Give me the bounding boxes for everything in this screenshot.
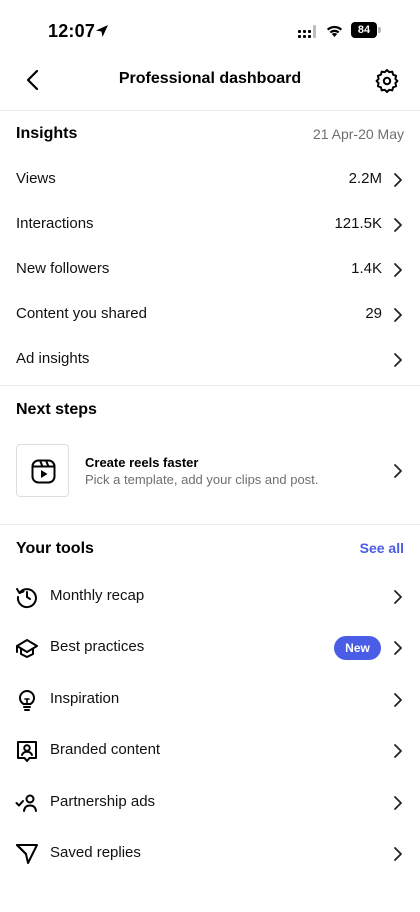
insight-label: Content you shared xyxy=(16,305,147,322)
card-subtitle: Pick a template, add your clips and post… xyxy=(85,472,319,487)
battery-indicator: 84 xyxy=(351,22,381,38)
insight-row-content-shared[interactable]: Content you shared 29 xyxy=(0,293,420,337)
reels-icon xyxy=(31,459,56,484)
insight-label: Views xyxy=(16,170,56,187)
battery-tip xyxy=(378,27,381,33)
history-icon xyxy=(16,588,37,609)
graduation-cap-icon xyxy=(16,639,38,658)
chevron-right-icon xyxy=(394,464,402,478)
location-arrow-icon xyxy=(96,25,108,37)
tool-label: Inspiration xyxy=(50,690,120,707)
section-divider xyxy=(0,524,420,525)
your-tools-title: Your tools xyxy=(16,540,94,557)
tool-row-partnership-ads[interactable]: Partnership ads xyxy=(0,778,420,828)
settings-gear-icon[interactable] xyxy=(374,68,400,94)
next-steps-title: Next steps xyxy=(16,401,97,418)
status-bar: 12:07 84 xyxy=(0,0,420,62)
insights-title: Insights xyxy=(16,125,78,142)
tool-row-best-practices[interactable]: Best practices New xyxy=(0,623,420,673)
insight-value: 29 xyxy=(365,305,382,322)
tool-label: Saved replies xyxy=(50,844,141,861)
chevron-right-icon xyxy=(394,173,402,187)
insight-label: New followers xyxy=(16,260,110,277)
signal-icon xyxy=(298,25,316,38)
insights-date-range[interactable]: 21 Apr-20 May xyxy=(313,126,404,142)
chevron-right-icon xyxy=(394,590,402,604)
insight-value: 2.2M xyxy=(348,170,382,187)
chevron-right-icon xyxy=(394,796,402,810)
insight-label: Ad insights xyxy=(16,350,90,367)
tool-label: Branded content xyxy=(50,741,161,758)
tool-row-monthly-recap[interactable]: Monthly recap xyxy=(0,572,420,622)
reels-icon-box xyxy=(16,444,69,497)
page-title: Professional dashboard xyxy=(118,70,302,87)
see-all-link[interactable]: See all xyxy=(360,540,404,556)
insight-row-new-followers[interactable]: New followers 1.4K xyxy=(0,248,420,292)
insight-row-interactions[interactable]: Interactions 121.5K xyxy=(0,203,420,247)
tool-row-saved-replies[interactable]: Saved replies xyxy=(0,829,420,879)
send-icon xyxy=(16,844,38,864)
tool-label: Best practices xyxy=(50,638,145,655)
chevron-right-icon xyxy=(394,693,402,707)
insight-label: Interactions xyxy=(16,215,94,232)
wifi-icon xyxy=(326,25,343,37)
partnership-icon xyxy=(15,794,37,812)
card-title: Create reels faster xyxy=(85,455,199,470)
tool-label: Partnership ads xyxy=(50,793,156,810)
chevron-right-icon xyxy=(394,308,402,322)
header-divider xyxy=(0,110,420,111)
chevron-right-icon xyxy=(394,353,402,367)
tool-row-inspiration[interactable]: Inspiration xyxy=(0,675,420,725)
section-divider xyxy=(0,385,420,386)
chevron-right-icon xyxy=(394,847,402,861)
chevron-right-icon xyxy=(394,263,402,277)
chevron-right-icon xyxy=(394,744,402,758)
insight-row-ad-insights[interactable]: Ad insights xyxy=(0,338,420,382)
status-time: 12:07 xyxy=(48,21,96,41)
tool-label: Monthly recap xyxy=(50,587,145,604)
new-badge: New xyxy=(334,636,381,660)
battery-level: 84 xyxy=(351,22,377,38)
insight-value: 1.4K xyxy=(351,260,382,277)
branded-content-icon xyxy=(17,741,37,762)
tool-row-branded-content[interactable]: Branded content xyxy=(0,726,420,776)
chevron-right-icon xyxy=(394,218,402,232)
lightbulb-icon xyxy=(19,690,35,711)
insight-row-views[interactable]: Views 2.2M xyxy=(0,158,420,202)
chevron-right-icon xyxy=(394,641,402,655)
header: Professional dashboard xyxy=(0,56,420,104)
insight-value: 121.5K xyxy=(334,215,382,232)
